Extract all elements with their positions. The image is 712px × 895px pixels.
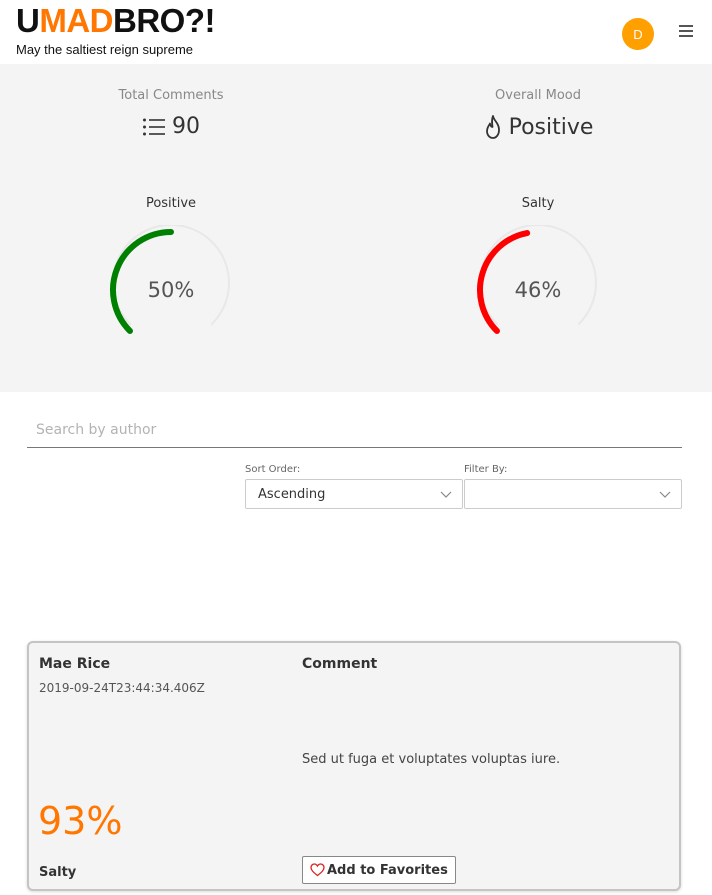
chevron-down-icon <box>659 491 671 498</box>
positive-gauge-value: 50% <box>147 278 195 302</box>
overall-mood-text: Positive <box>508 114 594 140</box>
overall-mood-label: Overall Mood <box>495 88 581 103</box>
total-comments-value: 90 <box>21 114 321 139</box>
logo-mad: MAD <box>39 2 113 39</box>
salty-gauge-label: Salty <box>521 196 555 211</box>
chevron-down-icon <box>440 491 452 498</box>
stats-panel: Total Comments 90 Overall Mood Positive … <box>0 64 712 392</box>
app-logo[interactable]: UMADBRO?! <box>16 3 215 39</box>
comment-author: Mae Rice <box>39 656 111 672</box>
total-comments-number: 90 <box>172 114 200 139</box>
filter-by-select[interactable] <box>464 479 682 509</box>
user-avatar[interactable]: D <box>622 18 654 50</box>
app-header: UMADBRO?! May the saltiest reign supreme… <box>0 0 712 64</box>
overall-mood-value: Positive <box>388 114 688 140</box>
positive-gauge-label: Positive <box>145 196 197 211</box>
search-author-input[interactable] <box>27 412 682 448</box>
add-to-favorites-button[interactable]: Add to Favorites <box>302 856 456 884</box>
positive-gauge: 50% <box>106 225 236 355</box>
sort-order-value: Ascending <box>258 486 326 502</box>
comment-timestamp: 2019-09-24T23:44:34.406Z <box>39 681 205 695</box>
flame-icon <box>485 115 500 139</box>
sort-order-label: Sort Order: <box>245 464 301 475</box>
hamburger-menu-icon[interactable] <box>679 25 693 37</box>
filter-by-label: Filter By: <box>464 464 508 475</box>
salty-gauge-value: 46% <box>514 278 562 302</box>
add-to-favorites-label: Add to Favorites <box>327 862 448 878</box>
list-icon <box>143 118 165 135</box>
comment-mood: Salty <box>39 865 77 880</box>
heart-icon <box>310 863 325 877</box>
logo-u: U <box>16 2 40 39</box>
comment-card: Mae Rice 2019-09-24T23:44:34.406Z 93% Sa… <box>27 641 681 891</box>
comment-heading: Comment <box>302 656 378 672</box>
comment-text: Sed ut fuga et voluptates voluptas iure. <box>302 752 561 767</box>
logo-bro: BRO?! <box>113 2 215 39</box>
salty-gauge: 46% <box>473 225 603 355</box>
salt-score: 93% <box>38 799 123 843</box>
tagline: May the saltiest reign supreme <box>16 42 194 57</box>
sort-order-select[interactable]: Ascending <box>245 479 463 509</box>
total-comments-label: Total Comments <box>118 88 224 103</box>
